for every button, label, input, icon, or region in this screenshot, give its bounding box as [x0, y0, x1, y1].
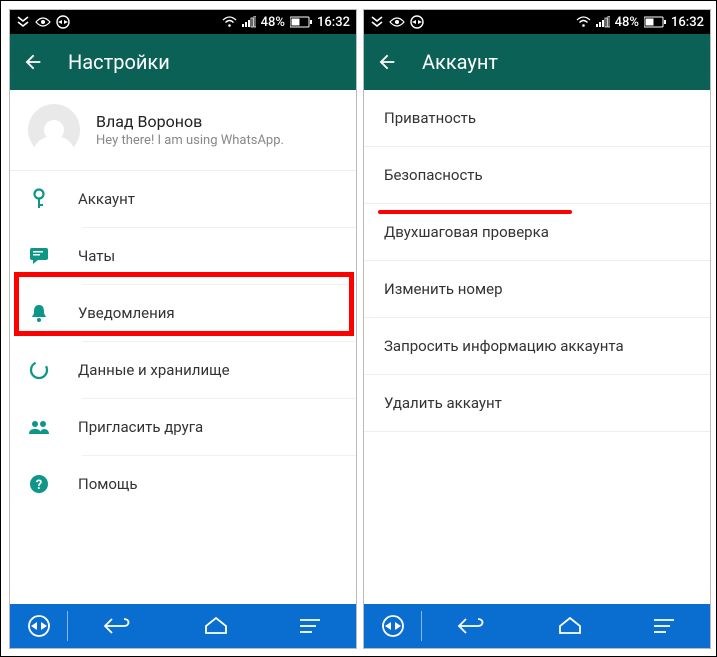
status-bar: 48% 16:32: [10, 10, 356, 34]
battery-text: 48%: [261, 15, 285, 30]
settings-item-storage[interactable]: Данные и хранилище: [10, 342, 356, 398]
eye-icon: [35, 16, 51, 28]
nav-bar: [364, 604, 710, 648]
teamviewer-icon: [410, 15, 424, 29]
settings-item-account[interactable]: Аккаунт: [10, 171, 356, 227]
item-label: Данные и хранилище: [78, 361, 230, 379]
nav-recent-icon[interactable]: [298, 617, 322, 635]
item-label: Удалить аккаунт: [384, 394, 502, 412]
chat-icon: [28, 245, 50, 267]
item-label: Помощь: [78, 475, 138, 493]
phone-left: 48% 16:32 Настройки Влад Воронов Hey the…: [9, 9, 357, 649]
settings-item-invite[interactable]: Пригласить друга: [10, 399, 356, 455]
avatar[interactable]: [28, 104, 80, 156]
app-bar: Настройки: [10, 34, 356, 90]
nav-home-icon[interactable]: [203, 616, 229, 636]
item-label: Безопасность: [384, 166, 483, 184]
item-label: Запросить информацию аккаунта: [384, 337, 624, 355]
signal-icon: [596, 16, 610, 28]
content-area: Влад Воронов Hey there! I am using Whats…: [10, 90, 356, 604]
account-item-security[interactable]: Безопасность: [364, 147, 710, 203]
account-item-privacy[interactable]: Приватность: [364, 90, 710, 146]
item-label: Чаты: [78, 247, 115, 265]
wifi-icon: [222, 16, 237, 28]
nav-teamviewer[interactable]: [10, 611, 68, 642]
profile-name: Влад Воронов: [96, 112, 284, 131]
nav-recent-icon[interactable]: [652, 617, 676, 635]
signal-icon: [242, 16, 256, 28]
nav-teamviewer[interactable]: [364, 611, 422, 642]
item-label: Пригласить друга: [78, 418, 203, 436]
key-icon: [28, 188, 50, 210]
settings-item-notifications[interactable]: Уведомления: [10, 285, 356, 341]
content-area: Приватность Безопасность Двухшаговая про…: [364, 90, 710, 604]
phone-right: 48% 16:32 Аккаунт Приватность Безопаснос…: [363, 9, 711, 649]
nav-bar: [10, 604, 356, 648]
battery-text: 48%: [615, 15, 639, 30]
nav-home-icon[interactable]: [557, 616, 583, 636]
chevrons-icon: [16, 16, 30, 28]
item-label: Аккаунт: [78, 190, 135, 208]
page-title: Настройки: [68, 50, 170, 74]
account-item-request-info[interactable]: Запросить информацию аккаунта: [364, 318, 710, 374]
item-label: Приватность: [384, 109, 476, 127]
people-icon: [28, 416, 50, 438]
battery-icon: [644, 16, 666, 28]
divider: [364, 431, 710, 432]
profile-row[interactable]: Влад Воронов Hey there! I am using Whats…: [10, 90, 356, 170]
eye-icon: [389, 16, 405, 28]
account-item-delete[interactable]: Удалить аккаунт: [364, 375, 710, 431]
status-bar: 48% 16:32: [364, 10, 710, 34]
svg-text:?: ?: [36, 478, 42, 493]
chevrons-icon: [370, 16, 384, 28]
item-label: Изменить номер: [384, 280, 503, 298]
bell-icon: [28, 302, 50, 324]
nav-back-icon[interactable]: [102, 616, 134, 636]
data-icon: [28, 359, 50, 381]
help-icon: ?: [28, 473, 50, 495]
settings-item-chats[interactable]: Чаты: [10, 228, 356, 284]
page-title: Аккаунт: [422, 50, 498, 74]
back-arrow-icon[interactable]: [22, 51, 44, 73]
item-label: Двухшаговая проверка: [384, 223, 549, 241]
wifi-icon: [576, 16, 591, 28]
clock-text: 16:32: [671, 15, 704, 30]
clock-text: 16:32: [317, 15, 350, 30]
highlight-underline: [378, 210, 572, 214]
settings-item-help[interactable]: ? Помощь: [10, 456, 356, 512]
nav-back-icon[interactable]: [456, 616, 488, 636]
battery-icon: [290, 16, 312, 28]
back-arrow-icon[interactable]: [376, 51, 398, 73]
profile-status: Hey there! I am using WhatsApp.: [96, 133, 284, 148]
teamviewer-icon: [56, 15, 70, 29]
app-bar: Аккаунт: [364, 34, 710, 90]
account-item-change-number[interactable]: Изменить номер: [364, 261, 710, 317]
item-label: Уведомления: [78, 304, 175, 322]
